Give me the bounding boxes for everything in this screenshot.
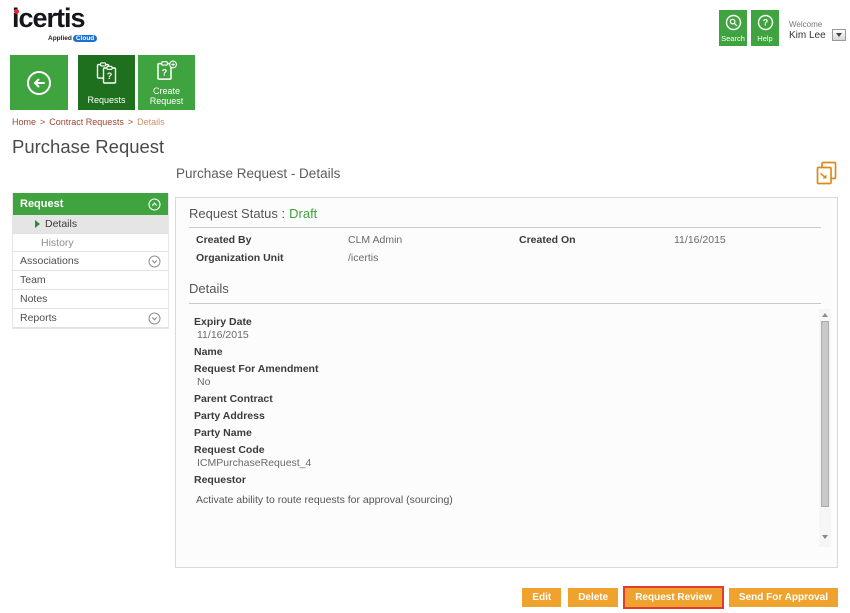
field-requestor: Requestor: [194, 474, 801, 487]
details-fields-area: Expiry Date 11/16/2015 Name Request For …: [186, 309, 831, 547]
created-on-label: Created On: [519, 234, 674, 246]
edit-button[interactable]: Edit: [522, 588, 561, 607]
details-section-title: Details: [189, 281, 229, 296]
status-badge: Draft: [289, 206, 317, 221]
sidebar-accordion: Request Details History Associations: [12, 193, 169, 329]
svg-text:+: +: [171, 62, 175, 69]
details-panel: Request Status : Draft Created By CLM Adm…: [175, 197, 838, 568]
field-party-name: Party Name: [194, 427, 801, 440]
scroll-up-arrow-icon[interactable]: [822, 313, 828, 317]
divider: [189, 303, 821, 304]
search-label: Search: [721, 34, 745, 43]
sidebar-section-team-label: Team: [20, 274, 46, 286]
field-expiry-date: Expiry Date 11/16/2015: [194, 316, 801, 342]
organization-unit-value: /icertis: [348, 252, 519, 264]
field-name: Name: [194, 346, 801, 359]
field-request-for-amendment: Request For Amendment No: [194, 363, 801, 389]
field-party-address: Party Address: [194, 410, 801, 423]
section-title: Purchase Request - Details: [176, 166, 340, 181]
logo-tagline: AppliedCloud: [48, 35, 97, 42]
create-request-tile-label: Create Request: [145, 86, 189, 106]
svg-text:?: ?: [106, 71, 112, 81]
arrow-left-circle-icon: [25, 69, 53, 97]
search-button[interactable]: Search: [719, 10, 747, 46]
breadcrumb-current: Details: [137, 117, 165, 127]
sidebar-item-history[interactable]: History: [13, 234, 168, 252]
summary-row: Created By CLM Admin Created On 11/16/20…: [196, 234, 826, 246]
approval-routing-note: Activate ability to route requests for a…: [194, 494, 801, 506]
action-button-bar: Edit Delete Request Review Send For Appr…: [175, 588, 838, 607]
clipboard-question-icon: ?: [95, 62, 119, 85]
chevron-down-circle-icon[interactable]: [148, 255, 161, 268]
request-review-button[interactable]: Request Review: [625, 588, 722, 607]
icertis-logo: icertis AppliedCloud: [12, 4, 102, 46]
vertical-scrollbar[interactable]: [819, 309, 831, 547]
breadcrumb-separator: >: [40, 117, 45, 127]
magnifier-icon: [725, 14, 742, 31]
back-button[interactable]: [10, 55, 68, 110]
request-status-row: Request Status : Draft: [189, 206, 317, 221]
sidebar-section-request-label: Request: [20, 198, 63, 210]
sidebar-section-request[interactable]: Request: [13, 193, 168, 215]
sidebar-section-reports[interactable]: Reports: [13, 309, 168, 328]
page-title: Purchase Request: [12, 136, 164, 158]
user-menu-button[interactable]: [832, 29, 846, 41]
breadcrumb: Home > Contract Requests > Details: [12, 117, 165, 127]
welcome-label: Welcome: [789, 20, 826, 29]
organization-unit-label: Organization Unit: [196, 252, 348, 264]
svg-text:?: ?: [762, 18, 768, 28]
user-name: Kim Lee: [789, 30, 826, 41]
divider: [189, 227, 821, 228]
field-parent-contract: Parent Contract: [194, 393, 801, 406]
field-request-code: Request Code ICMPurchaseRequest_4: [194, 444, 801, 470]
svg-text:?: ?: [162, 68, 168, 78]
app-window: icertis AppliedCloud Search ? Help Welco…: [0, 0, 850, 613]
scroll-down-arrow-icon[interactable]: [822, 535, 828, 539]
sidebar-section-associations[interactable]: Associations: [13, 252, 168, 271]
summary-row: Organization Unit /icertis: [196, 252, 826, 264]
scrollbar-thumb[interactable]: [821, 321, 829, 507]
sidebar-item-history-label: History: [41, 237, 74, 249]
brand-red-dot: [14, 9, 19, 14]
copy-documents-icon[interactable]: [814, 161, 839, 187]
send-for-approval-button[interactable]: Send For Approval: [729, 588, 838, 607]
sidebar-item-details[interactable]: Details: [13, 215, 168, 234]
breadcrumb-separator: >: [128, 117, 133, 127]
delete-button[interactable]: Delete: [568, 588, 618, 607]
request-status-label: Request Status :: [189, 206, 285, 221]
sidebar-item-details-label: Details: [45, 218, 77, 230]
create-request-tile[interactable]: ? + Create Request: [138, 55, 195, 110]
cloud-badge: Cloud: [73, 35, 97, 42]
clipboard-question-plus-icon: ? +: [155, 60, 178, 83]
created-on-value: 11/16/2015: [674, 234, 826, 246]
created-by-label: Created By: [196, 234, 348, 246]
breadcrumb-contract-requests[interactable]: Contract Requests: [49, 117, 124, 127]
sidebar-section-reports-label: Reports: [20, 312, 57, 324]
requests-tile[interactable]: ? Requests: [78, 55, 135, 110]
sidebar-section-notes-label: Notes: [20, 293, 47, 305]
triangle-right-icon: [35, 220, 40, 228]
sidebar-section-team[interactable]: Team: [13, 271, 168, 290]
help-button[interactable]: ? Help: [751, 10, 779, 46]
chevron-down-icon: [836, 33, 842, 37]
welcome-block: Welcome Kim Lee: [789, 20, 826, 41]
created-by-value: CLM Admin: [348, 234, 519, 246]
question-circle-icon: ?: [757, 14, 774, 31]
help-label: Help: [757, 34, 772, 43]
brand-text: icertis: [12, 4, 102, 32]
chevron-down-circle-icon[interactable]: [148, 312, 161, 325]
requests-tile-label: Requests: [87, 95, 125, 105]
sidebar-section-associations-label: Associations: [20, 255, 79, 267]
chevron-up-circle-icon[interactable]: [148, 198, 161, 211]
sidebar-section-notes[interactable]: Notes: [13, 290, 168, 309]
breadcrumb-home[interactable]: Home: [12, 117, 36, 127]
